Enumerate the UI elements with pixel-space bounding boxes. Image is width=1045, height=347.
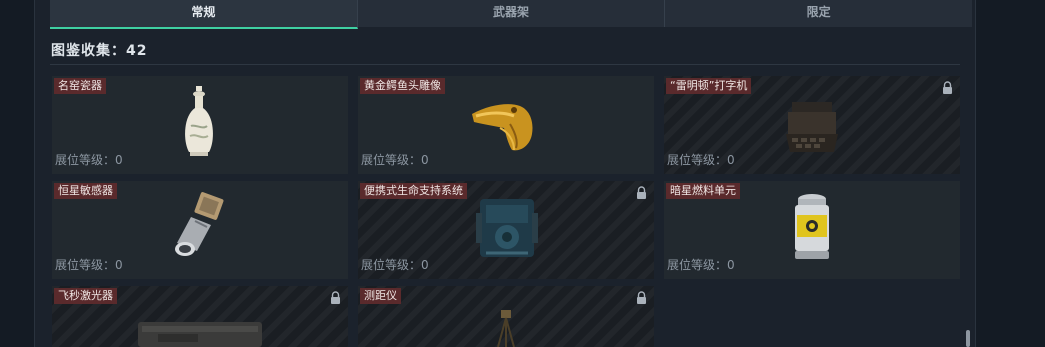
life-support-system-icon	[476, 199, 538, 257]
lock-icon	[637, 186, 646, 199]
femtosecond-laser-icon	[138, 322, 262, 347]
porcelain-vase-icon	[185, 86, 213, 156]
collection-card-rangefinder[interactable]: 测距仪	[358, 286, 654, 347]
lock-icon	[943, 81, 952, 94]
card-level: 展位等级：0	[361, 258, 429, 272]
collection-card-star-sensor[interactable]: 恒星敏感器 展位等级：0	[52, 181, 348, 279]
tab-regular[interactable]: 常规	[50, 0, 358, 29]
typewriter-icon	[786, 102, 838, 152]
card-title: 恒星敏感器	[54, 183, 117, 199]
card-title: 测距仪	[360, 288, 401, 304]
lock-icon	[331, 291, 340, 304]
collection-card-life-support[interactable]: 便携式生命支持系统 展位等级：0	[358, 181, 654, 279]
collection-card-porcelain[interactable]: 名窑瓷器 展位等级：0	[52, 76, 348, 174]
golden-crocodile-head-icon	[472, 104, 533, 151]
card-level: 展位等级：0	[55, 258, 123, 272]
card-level: 展位等级：0	[55, 153, 123, 167]
card-level: 展位等级：0	[667, 153, 735, 167]
collection-card-femtosecond-laser[interactable]: 飞秒激光器	[52, 286, 348, 347]
collection-card-golden-crocodile[interactable]: 黄金鳄鱼头雕像 展位等级：0	[358, 76, 654, 174]
card-title: 名窑瓷器	[54, 78, 106, 94]
card-title: 黄金鳄鱼头雕像	[360, 78, 445, 94]
star-sensor-icon	[175, 192, 224, 256]
rangefinder-icon	[497, 310, 515, 347]
tab-weapon-rack[interactable]: 武器架	[357, 0, 666, 27]
card-title: “雷明顿”打字机	[666, 78, 752, 94]
divider	[50, 64, 960, 65]
card-level: 展位等级：0	[667, 258, 735, 272]
fuel-cell-icon	[795, 194, 829, 259]
lock-icon	[637, 291, 646, 304]
card-title: 暗星燃料单元	[666, 183, 740, 199]
card-title: 飞秒激光器	[54, 288, 117, 304]
tab-limited[interactable]: 限定	[665, 0, 973, 27]
collection-card-fuel-cell[interactable]: 暗星燃料单元 展位等级：0	[664, 181, 960, 279]
tab-bar: 常规 武器架 限定	[50, 0, 973, 29]
collection-card-typewriter[interactable]: “雷明顿”打字机 展位等级：0	[664, 76, 960, 174]
scrollbar[interactable]	[966, 330, 970, 347]
card-title: 便携式生命支持系统	[360, 183, 467, 199]
card-level: 展位等级：0	[361, 153, 429, 167]
collection-count-title: 图鉴收集：42	[51, 43, 148, 59]
